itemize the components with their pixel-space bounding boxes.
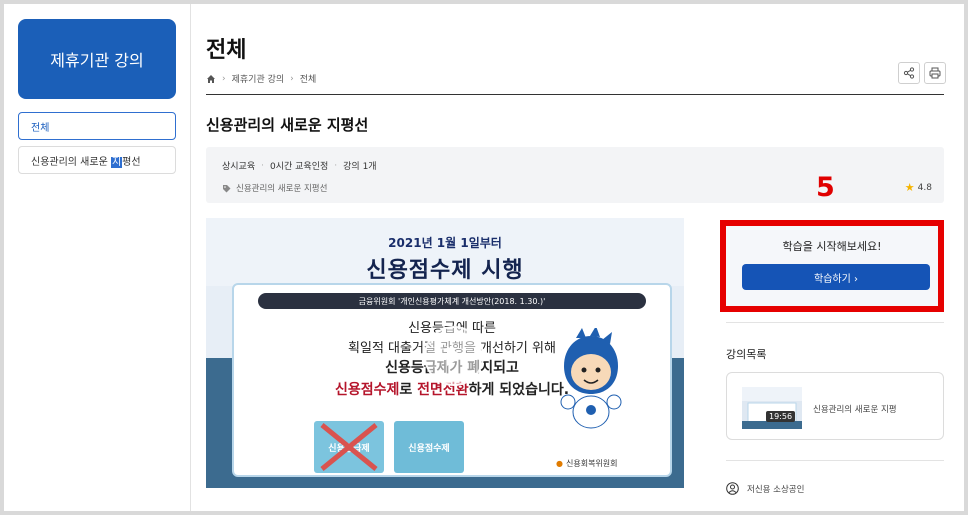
course-title: 신용관리의 새로운 지평선 bbox=[206, 116, 369, 134]
header-divider bbox=[206, 94, 944, 95]
sidebar-item-all[interactable]: 전체 bbox=[18, 112, 176, 140]
lecture-card[interactable]: 19:56 신용관리의 새로운 지평 bbox=[726, 372, 944, 440]
star-icon: ★ bbox=[904, 181, 915, 194]
print-button[interactable] bbox=[924, 62, 946, 84]
lecture-thumbnail: 19:56 bbox=[742, 387, 802, 429]
sidebar-title: 제휴기관 강의 bbox=[18, 19, 176, 99]
breadcrumb-item[interactable]: 전체 bbox=[300, 72, 317, 85]
related-item[interactable]: 저신용 소상공인 bbox=[726, 482, 804, 495]
logo-icon: ● bbox=[556, 459, 563, 468]
video-banner: 금융위원회 '개인신용평가체계 개선방안(2018. 1.30.)' bbox=[258, 293, 646, 309]
annotation-number: 5 bbox=[816, 172, 835, 203]
sidebar-item-label: 신용관리의 새로운 지평선 bbox=[31, 156, 141, 168]
lecture-list-title: 강의목록 bbox=[726, 348, 767, 361]
right-divider bbox=[726, 460, 944, 461]
sidebar-item-course[interactable]: 신용관리의 새로운 지평선 bbox=[18, 146, 176, 174]
rating: ★ 4.8 bbox=[905, 181, 932, 194]
sidebar-item-label: 전체 bbox=[31, 122, 50, 134]
course-meta: 상시교육 · 0시간 교육인정 · 강의 1개 bbox=[222, 160, 377, 173]
folder-credit-grade: 신용등급제 bbox=[314, 421, 384, 473]
start-prompt: 학습을 시작해보세요! bbox=[782, 240, 882, 253]
folder-credit-score: 신용점수제 bbox=[394, 421, 464, 473]
play-icon bbox=[447, 346, 463, 366]
chevron-right-icon: › bbox=[290, 73, 294, 84]
meta-hours: 0시간 교육인정 bbox=[270, 162, 329, 172]
page-title: 전체 bbox=[206, 38, 247, 63]
app-frame: 제휴기관 강의 전체 신용관리의 새로운 지평선 전체 › 제휴기관 강의 › … bbox=[4, 4, 964, 511]
sidebar: 제휴기관 강의 전체 신용관리의 새로운 지평선 bbox=[4, 4, 191, 511]
chevron-right-icon: › bbox=[222, 73, 226, 84]
video-org-logo: ● 신용회복위원회 bbox=[556, 459, 618, 468]
rating-value: 4.8 bbox=[917, 182, 932, 193]
breadcrumb: › 제휴기관 강의 › 전체 bbox=[206, 72, 316, 85]
share-button[interactable] bbox=[898, 62, 920, 84]
print-icon bbox=[929, 67, 941, 79]
lecture-name: 신용관리의 새로운 지평 bbox=[813, 405, 897, 415]
breadcrumb-item[interactable]: 제휴기관 강의 bbox=[232, 72, 285, 85]
mascot-image bbox=[560, 328, 622, 429]
lecture-duration: 19:56 bbox=[766, 411, 796, 422]
start-learning-box: 학습을 시작해보세요! 학습하기 › bbox=[720, 220, 944, 312]
right-divider bbox=[726, 322, 944, 323]
start-learning-button[interactable]: 학습하기 › bbox=[742, 264, 930, 290]
video-player[interactable]: 2021년 1월 1일부터 신용점수제 시행 금융위원회 '개인신용평가체계 개… bbox=[206, 218, 684, 488]
tag-icon bbox=[223, 184, 231, 192]
user-icon bbox=[726, 482, 739, 495]
video-headline: 신용점수제 시행 bbox=[366, 258, 524, 283]
cross-icon bbox=[320, 423, 378, 471]
meta-lecture-count: 강의 1개 bbox=[343, 162, 377, 172]
meta-type: 상시교육 bbox=[222, 162, 256, 172]
share-icon bbox=[903, 67, 915, 79]
play-button[interactable] bbox=[424, 326, 484, 386]
home-icon[interactable] bbox=[206, 74, 216, 84]
video-date-text: 2021년 1월 1일부터 bbox=[388, 236, 502, 250]
course-tag: 신용관리의 새로운 지평선 bbox=[222, 182, 327, 194]
